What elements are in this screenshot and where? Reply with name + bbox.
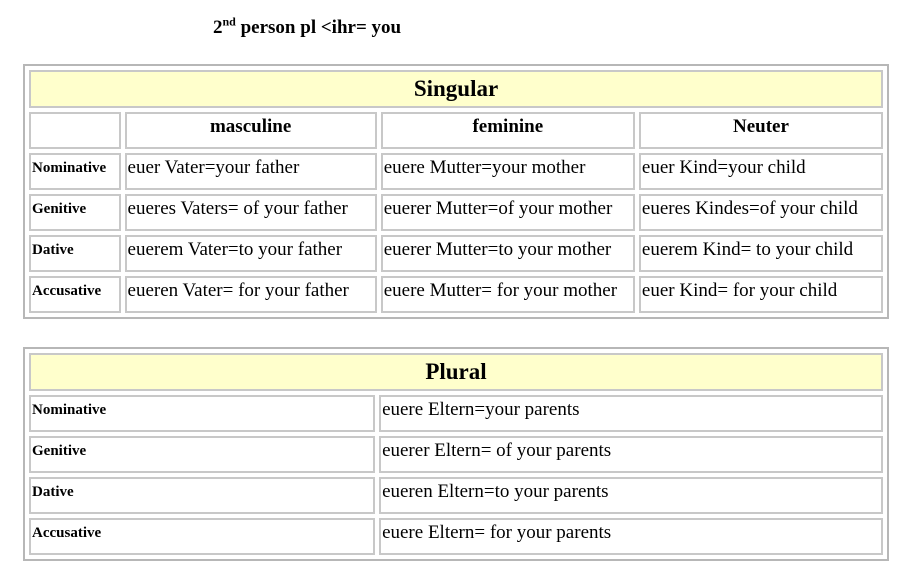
table-row: Dative eueren Eltern=to your parents bbox=[29, 477, 883, 514]
singular-heading-row: Singular bbox=[29, 70, 883, 108]
form-cell-neuter: euerem Kind= to your child bbox=[638, 235, 883, 272]
form-cell-masculine: euerem Vater=to your father bbox=[124, 235, 377, 272]
form-cell-masculine: euer Vater=your father bbox=[124, 153, 377, 190]
case-label-nominative: Nominative bbox=[29, 395, 376, 432]
case-label-accusative: Accusative bbox=[29, 518, 376, 555]
page-title: 2nd person pl <ihr= you bbox=[213, 14, 402, 39]
form-cell-feminine: euerer Mutter=to your mother bbox=[380, 235, 635, 272]
form-cell-neuter: euer Kind=your child bbox=[638, 153, 883, 190]
plural-heading-row: Plural bbox=[29, 353, 883, 391]
form-cell-plural: euere Eltern= for your parents bbox=[379, 518, 883, 555]
case-label-genitive: Genitive bbox=[29, 436, 376, 473]
form-cell-plural: euere Eltern=your parents bbox=[379, 395, 883, 432]
singular-table: Singular masculine feminine Neuter Nomin… bbox=[23, 64, 889, 319]
table-row: Accusative eueren Vater= for your father… bbox=[29, 276, 883, 313]
column-header-feminine: feminine bbox=[380, 112, 635, 149]
table-row: Genitive eueres Vaters= of your father e… bbox=[29, 194, 883, 231]
case-label-dative: Dative bbox=[29, 235, 121, 272]
case-label-dative: Dative bbox=[29, 477, 376, 514]
title-ordinal-suffix: nd bbox=[222, 14, 236, 29]
form-cell-feminine: euerer Mutter=of your mother bbox=[380, 194, 635, 231]
form-cell-neuter: eueres Kindes=of your child bbox=[638, 194, 883, 231]
column-header-neuter: Neuter bbox=[638, 112, 883, 149]
title-text: person pl <ihr= you bbox=[235, 17, 402, 38]
table-row: Dative euerem Vater=to your father euere… bbox=[29, 235, 883, 272]
title-number: 2 bbox=[213, 17, 223, 38]
singular-heading: Singular bbox=[29, 70, 883, 108]
form-cell-plural: eueren Eltern=to your parents bbox=[379, 477, 883, 514]
form-cell-masculine: eueres Vaters= of your father bbox=[124, 194, 377, 231]
case-label-genitive: Genitive bbox=[29, 194, 121, 231]
form-cell-masculine: eueren Vater= for your father bbox=[124, 276, 377, 313]
form-cell-feminine: euere Mutter= for your mother bbox=[380, 276, 635, 313]
case-label-nominative: Nominative bbox=[29, 153, 121, 190]
form-cell-neuter: euer Kind= for your child bbox=[638, 276, 883, 313]
singular-column-header-row: masculine feminine Neuter bbox=[29, 112, 883, 149]
table-row: Nominative euere Eltern=your parents bbox=[29, 395, 883, 432]
form-cell-plural: euerer Eltern= of your parents bbox=[379, 436, 883, 473]
plural-table: Plural Nominative euere Eltern=your pare… bbox=[23, 347, 889, 561]
plural-heading: Plural bbox=[29, 353, 883, 391]
empty-corner-cell bbox=[29, 112, 121, 149]
table-row: Genitive euerer Eltern= of your parents bbox=[29, 436, 883, 473]
case-label-accusative: Accusative bbox=[29, 276, 121, 313]
table-row: Nominative euer Vater=your father euere … bbox=[29, 153, 883, 190]
column-header-masculine: masculine bbox=[124, 112, 377, 149]
form-cell-feminine: euere Mutter=your mother bbox=[380, 153, 635, 190]
table-row: Accusative euere Eltern= for your parent… bbox=[29, 518, 883, 555]
